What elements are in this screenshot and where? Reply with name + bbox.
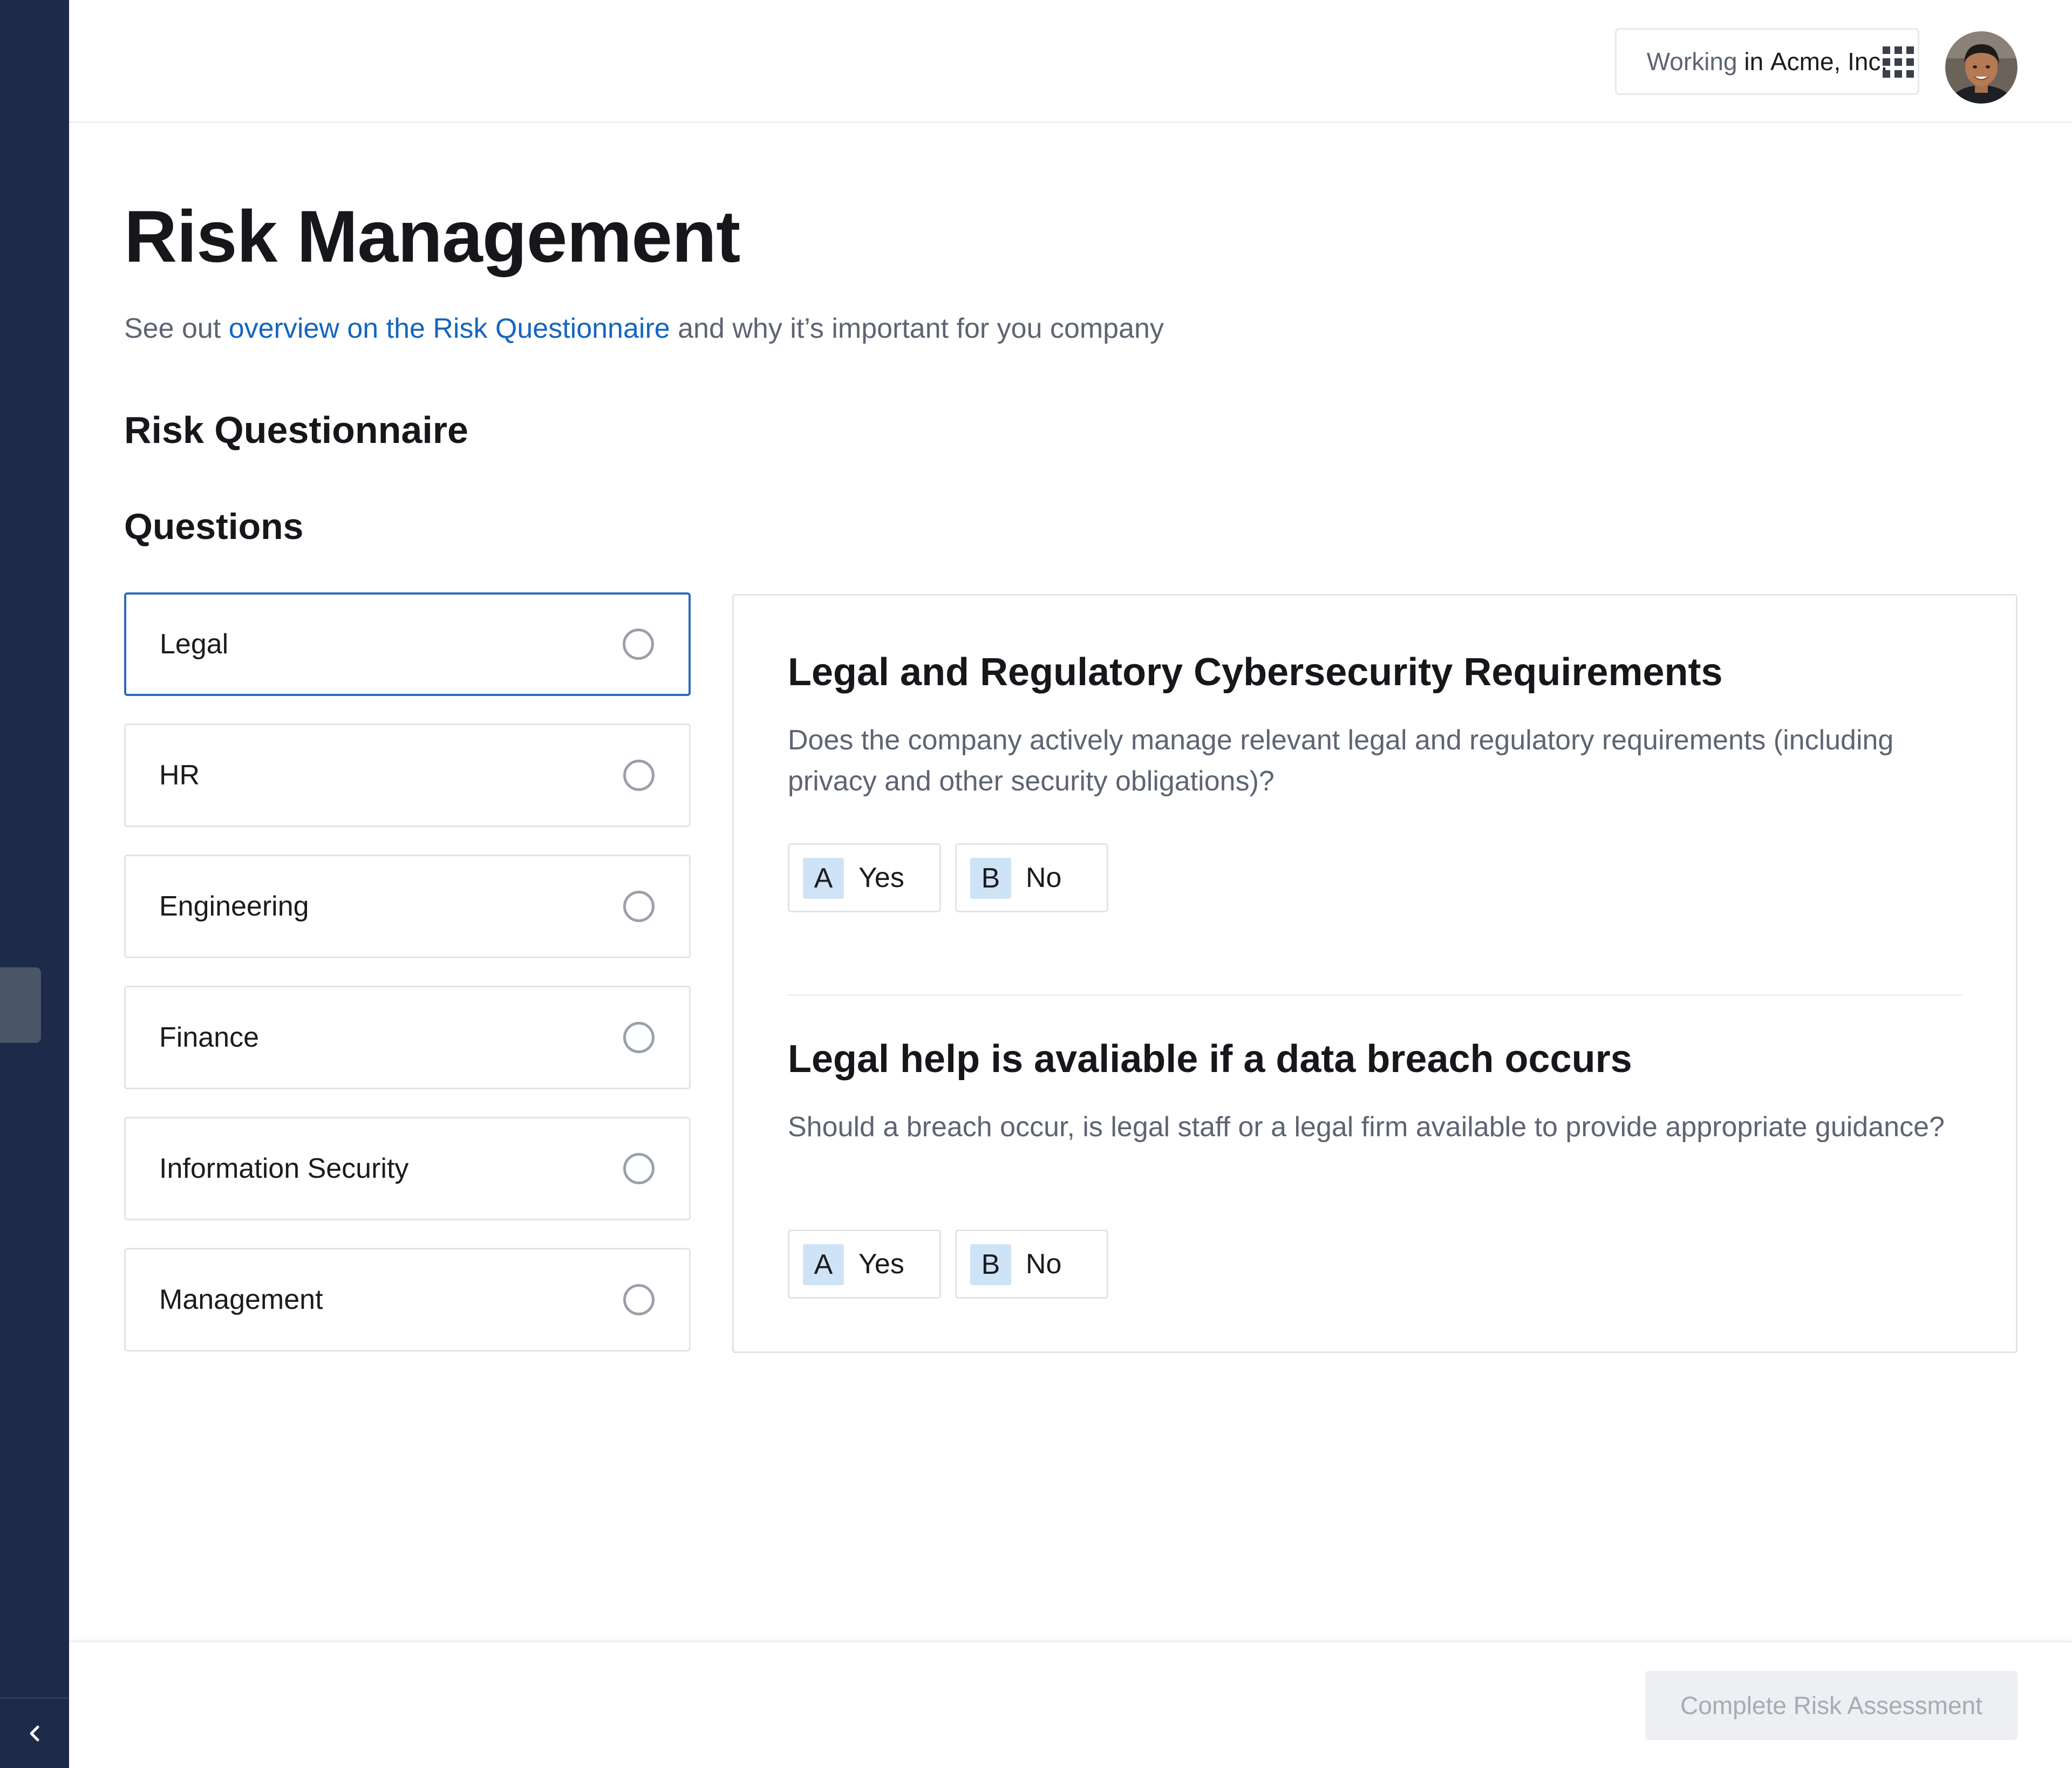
answer-key-badge: A [803, 1244, 844, 1285]
question-description: Should a breach occur, is legal staff or… [788, 1111, 1945, 1143]
category-label: Management [159, 1284, 323, 1315]
answer-no-button[interactable]: B No [955, 1230, 1108, 1299]
left-sidebar-rail [0, 0, 69, 1768]
answer-key-badge: B [970, 858, 1011, 899]
risk-questionnaire-overview-link[interactable]: overview on the Risk Questionnaire [229, 313, 670, 344]
radio-circle-icon [623, 891, 655, 922]
answer-label: Yes [858, 862, 904, 893]
avatar-photo-icon [1945, 31, 2018, 104]
answer-no-button[interactable]: B No [955, 843, 1108, 912]
question-title: Legal help is avaliable if a data breach… [788, 1037, 1632, 1081]
section-title: Risk Questionnaire [124, 409, 468, 451]
workspace-in: in [1737, 47, 1770, 76]
workspace-switcher[interactable]: Working in Acme, Inc. [1615, 28, 1919, 95]
radio-circle-icon [623, 760, 655, 791]
page-subtitle: See out overview on the Risk Questionnai… [124, 312, 1164, 345]
answer-key-badge: B [970, 1244, 1011, 1285]
grid-apps-icon[interactable] [1883, 46, 1914, 78]
category-label: Legal [160, 629, 229, 660]
answer-label: No [1026, 1248, 1062, 1280]
category-label: Finance [159, 1022, 259, 1053]
answer-label: No [1026, 862, 1062, 893]
radio-circle-icon [623, 1284, 655, 1315]
workspace-prefix: Working [1646, 47, 1737, 76]
radio-circle-icon [623, 1153, 655, 1184]
sidebar-resize-handle[interactable] [0, 967, 41, 1043]
subtitle-text-before: See out [124, 313, 229, 344]
page-title: Risk Management [124, 195, 740, 277]
category-label: Engineering [159, 891, 309, 922]
questions-heading: Questions [124, 506, 304, 547]
question-divider [788, 994, 1962, 996]
question-title: Legal and Regulatory Cybersecurity Requi… [788, 651, 1723, 694]
answer-label: Yes [858, 1248, 904, 1280]
radio-circle-icon [623, 629, 654, 660]
category-management[interactable]: Management [124, 1248, 691, 1351]
radio-circle-icon [623, 1022, 655, 1053]
category-information-security[interactable]: Information Security [124, 1117, 691, 1220]
answer-yes-button[interactable]: A Yes [788, 843, 941, 912]
answer-yes-button[interactable]: A Yes [788, 1230, 941, 1299]
chevron-left-icon [30, 1725, 39, 1742]
category-engineering[interactable]: Engineering [124, 855, 691, 958]
category-hr[interactable]: HR [124, 723, 691, 827]
category-finance[interactable]: Finance [124, 986, 691, 1089]
user-avatar[interactable] [1945, 31, 2018, 104]
category-legal[interactable]: Legal [124, 592, 691, 696]
workspace-name: Acme, Inc. [1770, 47, 1888, 76]
category-label: HR [159, 760, 200, 791]
answer-key-badge: A [803, 858, 844, 899]
top-header: Working in Acme, Inc. [69, 0, 2072, 123]
subtitle-text-after: and why it’s important for you company [670, 313, 1164, 344]
complete-risk-assessment-button[interactable]: Complete Risk Assessment [1645, 1671, 2018, 1740]
category-label: Information Security [159, 1153, 409, 1184]
question-description: Does the company actively manage relevan… [788, 725, 1894, 797]
collapse-sidebar-button[interactable] [0, 1699, 69, 1768]
questions-panel: Legal and Regulatory Cybersecurity Requi… [732, 594, 2018, 1353]
